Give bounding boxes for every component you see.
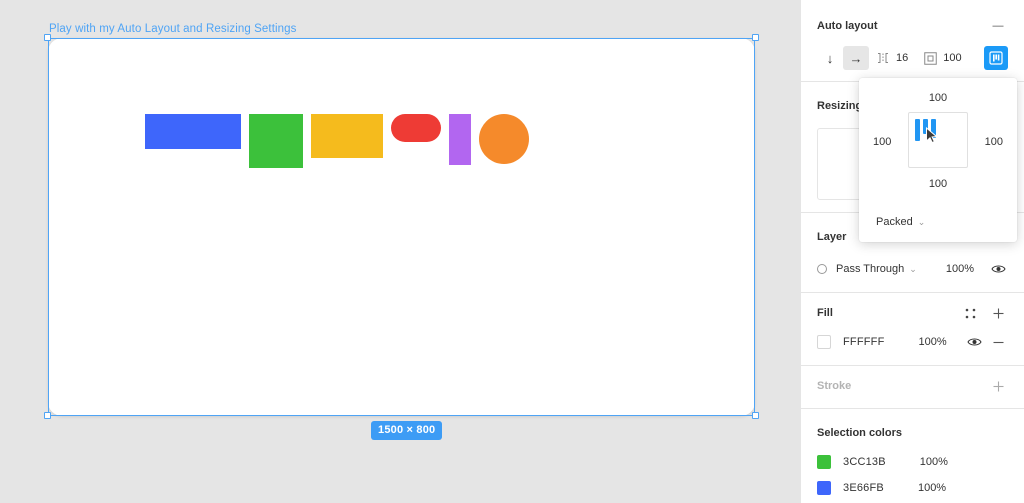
- fill-section: Fill FFFFFF 100%: [801, 293, 1024, 366]
- plus-icon: [993, 308, 1003, 318]
- padding-value: 100: [943, 52, 962, 64]
- selection-colors-section: Selection colors 3CC13B 100% 3E66FB 100%: [801, 409, 1024, 503]
- alignment-picker[interactable]: [908, 112, 968, 168]
- padding-icon: [922, 50, 938, 66]
- blue-rectangle[interactable]: [145, 114, 241, 149]
- auto-layout-header: Auto layout —: [817, 10, 1008, 42]
- fill-row: FFFFFF 100%: [817, 329, 1008, 355]
- distribution-row[interactable]: Packed ⌄: [859, 202, 1017, 242]
- selection-color-hex: 3E66FB: [843, 482, 884, 494]
- padding-field[interactable]: 100: [908, 46, 962, 70]
- fill-color-swatch[interactable]: [817, 335, 831, 349]
- four-dots-icon: [965, 308, 975, 318]
- chevron-down-icon[interactable]: ⌄: [909, 264, 917, 275]
- direction-vertical-button[interactable]: ↓: [817, 46, 843, 70]
- auto-layout-section: Auto layout — ↓ → 16 100: [801, 0, 1024, 82]
- minus-icon: [993, 341, 1003, 343]
- auto-layout-controls: ↓ → 16 100: [817, 45, 1008, 71]
- fill-title: Fill: [817, 307, 833, 319]
- auto-layout-shape-row: [145, 114, 529, 168]
- selection-color-row[interactable]: 3E66FB 100%: [817, 475, 1008, 501]
- spacing-between-items-icon: [875, 50, 891, 66]
- selected-frame[interactable]: [48, 38, 755, 416]
- layer-opacity-value[interactable]: 100%: [946, 263, 974, 275]
- remove-fill-button[interactable]: [988, 332, 1008, 352]
- fill-styles-button[interactable]: [960, 303, 980, 323]
- selection-colors-list: 3CC13B 100% 3E66FB 100%: [817, 449, 1008, 501]
- alignment-padding-popover[interactable]: 100 100 100 100 Packed ⌄: [859, 78, 1017, 242]
- layer-controls: Pass Through ⌄ 100%: [817, 256, 1008, 282]
- figma-window: Play with my Auto Layout and Resizing Se…: [0, 0, 1024, 503]
- yellow-rectangle[interactable]: [311, 114, 383, 158]
- item-spacing-field[interactable]: 16: [869, 46, 908, 70]
- resizing-title: Resizing: [817, 100, 863, 112]
- add-fill-button[interactable]: [988, 303, 1008, 323]
- item-spacing-value: 16: [896, 52, 909, 64]
- mouse-cursor-icon: [926, 127, 938, 144]
- distribution-value[interactable]: Packed: [876, 216, 913, 228]
- resize-handle-bottom-left[interactable]: [44, 412, 51, 419]
- padding-left-value[interactable]: 100: [873, 136, 891, 148]
- add-stroke-button[interactable]: [988, 376, 1008, 396]
- remove-auto-layout-button[interactable]: —: [988, 16, 1008, 36]
- selection-color-opacity: 100%: [917, 482, 947, 494]
- fill-hex-value[interactable]: FFFFFF: [843, 336, 885, 348]
- chevron-down-icon[interactable]: ⌄: [918, 217, 926, 228]
- design-canvas[interactable]: Play with my Auto Layout and Resizing Se…: [0, 0, 800, 503]
- stroke-title: Stroke: [817, 380, 852, 392]
- green-square[interactable]: [249, 114, 303, 168]
- auto-layout-title: Auto layout: [817, 20, 878, 32]
- fill-header: Fill: [817, 297, 1008, 329]
- plus-icon: [993, 381, 1003, 391]
- blend-mode-icon: [817, 264, 827, 274]
- resize-handle-bottom-right[interactable]: [752, 412, 759, 419]
- selection-colors-header: Selection colors: [817, 417, 1008, 449]
- selection-color-opacity: 100%: [919, 456, 948, 468]
- selection-color-hex: 3CC13B: [843, 456, 886, 468]
- layer-visibility-toggle[interactable]: [988, 259, 1008, 279]
- alignment-and-padding-button[interactable]: [984, 46, 1008, 70]
- fill-opacity-value[interactable]: 100%: [919, 336, 947, 348]
- layer-title: Layer: [817, 231, 847, 243]
- selection-color-swatch[interactable]: [817, 455, 831, 469]
- red-pill[interactable]: [391, 114, 441, 142]
- padding-bottom-value[interactable]: 100: [859, 178, 1017, 190]
- eye-icon: [966, 338, 982, 346]
- selection-colors-title: Selection colors: [817, 427, 902, 439]
- stroke-section: Stroke: [801, 366, 1024, 409]
- orange-circle[interactable]: [479, 114, 529, 164]
- fill-visibility-toggle[interactable]: [964, 332, 984, 352]
- padding-top-value[interactable]: 100: [859, 92, 1017, 104]
- resize-handle-top-left[interactable]: [44, 34, 51, 41]
- selection-color-swatch[interactable]: [817, 481, 831, 495]
- eye-icon: [990, 265, 1006, 273]
- stroke-header: Stroke: [817, 370, 1008, 402]
- direction-horizontal-button[interactable]: →: [843, 46, 869, 70]
- padding-right-value[interactable]: 100: [985, 136, 1003, 148]
- selection-color-row[interactable]: 3CC13B 100%: [817, 449, 1008, 475]
- padding-grid: 100 100 100 100: [859, 78, 1017, 202]
- blend-mode-value[interactable]: Pass Through: [836, 263, 904, 275]
- resize-handle-top-right[interactable]: [752, 34, 759, 41]
- align-top-left-icon: [989, 51, 1003, 65]
- properties-panel: Auto layout — ↓ → 16 100 Resizing Layer …: [800, 0, 1024, 503]
- frame-title-label[interactable]: Play with my Auto Layout and Resizing Se…: [49, 23, 297, 35]
- dimension-badge: 1500 × 800: [371, 421, 443, 440]
- purple-bar[interactable]: [449, 114, 471, 165]
